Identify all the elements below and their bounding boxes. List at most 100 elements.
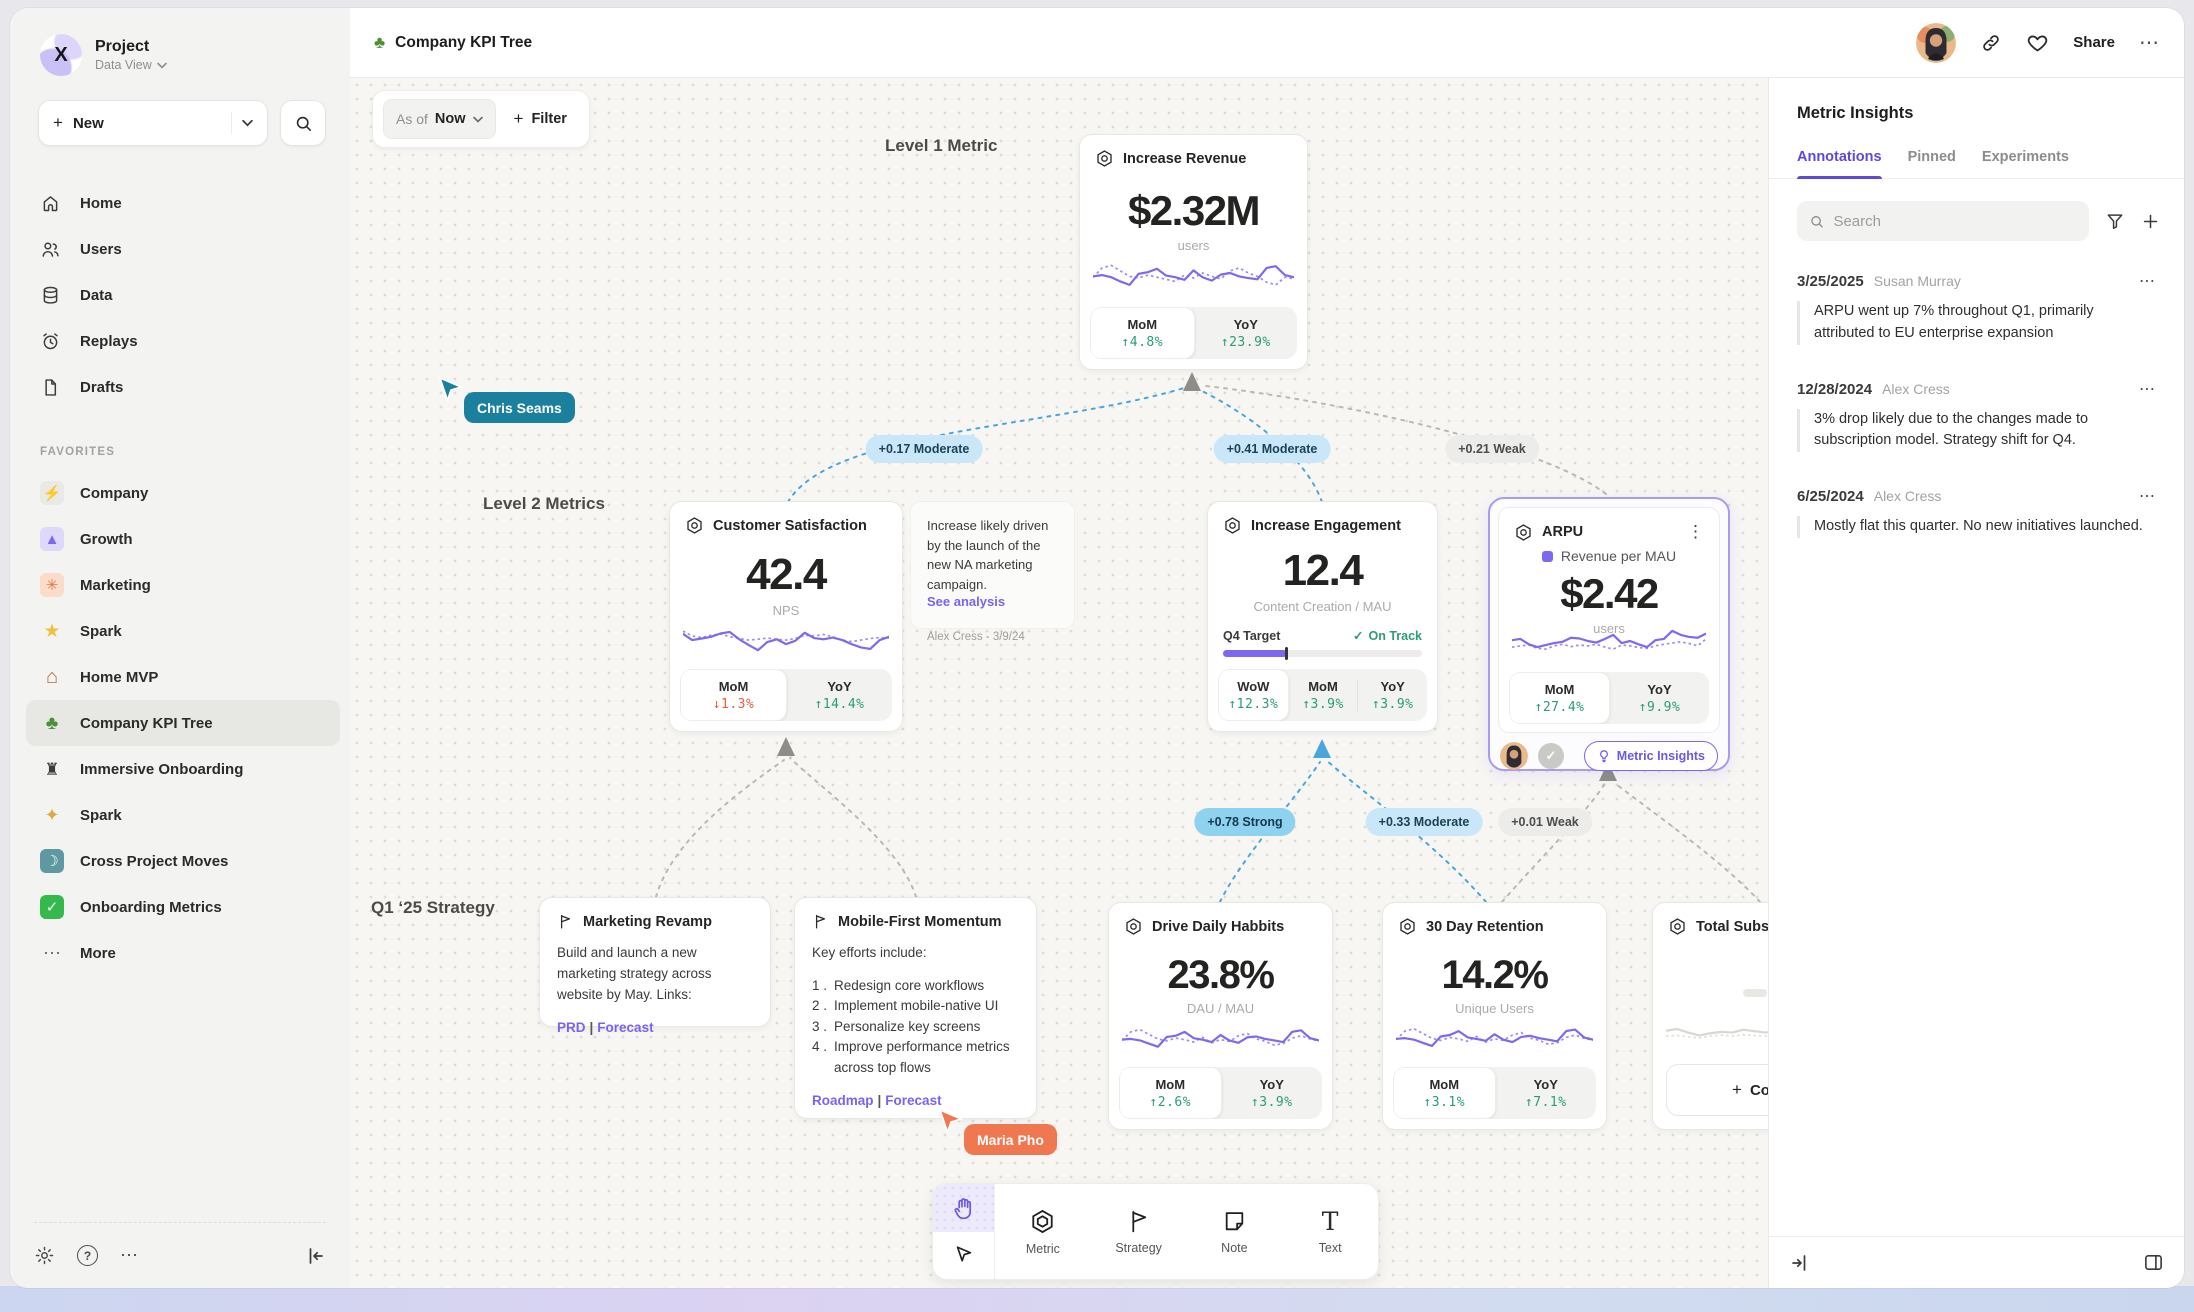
select-tool[interactable] <box>933 1232 994 1280</box>
sidebar-item-more[interactable]: ⋯ More <box>26 930 340 976</box>
sidebar-item-cross-project-moves[interactable]: ☽ Cross Project Moves <box>26 838 340 884</box>
sidebar-item-marketing[interactable]: ✳ Marketing <box>26 562 340 608</box>
metric-insights-button[interactable]: Metric Insights <box>1584 741 1718 771</box>
delta-mom[interactable]: MoM ↑3.1% <box>1393 1067 1496 1119</box>
sidebar-item-spark-2[interactable]: ✦ Spark <box>26 792 340 838</box>
metric-card-increase-engagement[interactable]: Increase Engagement 12.4 Content Creatio… <box>1207 501 1438 732</box>
sidebar-item-home[interactable]: Home <box>40 180 336 226</box>
delta-mom[interactable]: MoM ↓1.3% <box>680 669 787 721</box>
annotation-item[interactable]: 6/25/2024 Alex Cress ⋯ Mostly flat this … <box>1797 486 2156 538</box>
delta-yoy[interactable]: YoY ↑23.9% <box>1195 307 1298 359</box>
edge-weight-pill[interactable]: +0.78 Strong <box>1194 808 1295 836</box>
metric-card-increase-revenue[interactable]: Increase Revenue $2.32M users MoM ↑4.8% … <box>1079 134 1308 370</box>
collapse-sidebar-icon[interactable] <box>306 1246 326 1266</box>
heart-icon[interactable] <box>2026 31 2049 54</box>
delta-yoy[interactable]: YoY ↑9.9% <box>1610 672 1709 724</box>
series-legend: Revenue per MAU <box>1499 548 1719 564</box>
pan-tool[interactable] <box>933 1184 994 1232</box>
sidebar-item-company[interactable]: ⚡ Company <box>26 470 340 516</box>
gear-icon[interactable] <box>34 1245 55 1266</box>
metric-hexagon-icon <box>685 516 704 535</box>
help-icon[interactable]: ? <box>77 1245 98 1266</box>
more-icon[interactable]: ⋯ <box>120 1245 139 1266</box>
as-of-selector[interactable]: As of Now <box>383 99 496 139</box>
delta-wow[interactable]: WoW ↑12.3% <box>1218 669 1289 721</box>
metric-card-arpu[interactable]: ARPU ⋮ Revenue per MAU $2.42 users MoM ↑… <box>1498 507 1720 733</box>
sidebar-item-growth[interactable]: ▲ Growth <box>26 516 340 562</box>
edge-weight-pill[interactable]: +0.17 Moderate <box>866 435 983 463</box>
see-analysis-link[interactable]: See analysis <box>927 594 1058 609</box>
tool-note[interactable]: Note <box>1187 1184 1283 1279</box>
canvas-note[interactable]: Increase likely driven by the launch of … <box>910 501 1075 629</box>
tab-pinned[interactable]: Pinned <box>1908 149 1956 178</box>
edge-weight-pill[interactable]: +0.01 Weak <box>1498 808 1592 836</box>
project-header[interactable]: X Project Data View <box>10 8 350 76</box>
sidebar-item-immersive-onboarding[interactable]: ♜ Immersive Onboarding <box>26 746 340 792</box>
sidebar-item-drafts[interactable]: Drafts <box>40 364 336 410</box>
search-button[interactable] <box>280 100 326 146</box>
metric-card-arpu-selection[interactable]: ARPU ⋮ Revenue per MAU $2.42 users MoM ↑… <box>1488 497 1730 771</box>
forecast-link[interactable]: Forecast <box>885 1093 941 1108</box>
project-view-switcher[interactable]: Data View <box>95 58 167 72</box>
share-button[interactable]: Share <box>2073 34 2115 51</box>
delta-mom[interactable]: MoM ↑4.8% <box>1090 307 1195 359</box>
expand-panel-icon[interactable] <box>1789 1253 1809 1273</box>
new-button[interactable]: + New <box>38 100 268 146</box>
sidebar-item-users[interactable]: Users <box>40 226 336 272</box>
tool-strategy[interactable]: Strategy <box>1091 1184 1187 1279</box>
metric-card-total-subscriptions[interactable]: Total Subscriptions + Connect <box>1652 902 1768 1130</box>
topbar-menu-icon[interactable]: ⋯ <box>2139 30 2160 55</box>
prd-link[interactable]: PRD <box>557 1020 586 1035</box>
metric-card-customer-satisfaction[interactable]: Customer Satisfaction 42.4 NPS MoM ↓1.3%… <box>669 501 903 732</box>
annotation-menu-icon[interactable]: ⋯ <box>2139 486 2156 506</box>
strategy-card-marketing-revamp[interactable]: Marketing Revamp Build and launch a new … <box>539 897 771 1027</box>
connect-button[interactable]: + Connect <box>1666 1064 1768 1116</box>
delta-mom[interactable]: MoM ↑3.9% <box>1289 669 1358 721</box>
delta-yoy[interactable]: YoY ↑3.9% <box>1222 1067 1323 1119</box>
add-annotation-icon[interactable] <box>2141 212 2160 231</box>
tab-annotations[interactable]: Annotations <box>1797 149 1882 178</box>
arrow-up-icon: ↑ <box>1525 1095 1533 1110</box>
tool-text[interactable]: T Text <box>1282 1184 1378 1279</box>
metric-card-30-day-retention[interactable]: 30 Day Retention 14.2% Unique Users MoM … <box>1382 902 1607 1130</box>
forecast-link[interactable]: Forecast <box>597 1020 653 1035</box>
search-input[interactable] <box>1833 213 2077 230</box>
delta-yoy[interactable]: YoY ↑3.9% <box>1358 669 1427 721</box>
database-icon <box>40 285 61 306</box>
avatar[interactable] <box>1916 23 1956 63</box>
tool-metric[interactable]: Metric <box>995 1184 1091 1279</box>
annotation-item[interactable]: 3/25/2025 Susan Murray ⋯ ARPU went up 7%… <box>1797 271 2156 345</box>
sidebar-item-onboarding-metrics[interactable]: ✓ Onboarding Metrics <box>26 884 340 930</box>
edge-weight-pill[interactable]: +0.21 Weak <box>1445 435 1539 463</box>
kebab-menu-icon[interactable]: ⋮ <box>1687 522 1704 542</box>
annotation-search[interactable] <box>1797 201 2089 241</box>
toggle-sidebar-icon[interactable] <box>2143 1252 2164 1273</box>
sidebar-item-replays[interactable]: Replays <box>40 318 336 364</box>
roadmap-link[interactable]: Roadmap <box>812 1093 874 1108</box>
filter-funnel-icon[interactable] <box>2105 211 2125 231</box>
annotation-menu-icon[interactable]: ⋯ <box>2139 379 2156 399</box>
annotation-menu-icon[interactable]: ⋯ <box>2139 271 2156 291</box>
tab-experiments[interactable]: Experiments <box>1982 149 2069 178</box>
annotation-item[interactable]: 12/28/2024 Alex Cress ⋯ 3% drop likely d… <box>1797 379 2156 453</box>
delta-yoy[interactable]: YoY ↑14.4% <box>787 669 892 721</box>
filter-button[interactable]: + Filter <box>502 109 579 129</box>
metric-hexagon-icon <box>1029 1208 1056 1235</box>
strategy-card-mobile-first-momentum[interactable]: Mobile-First Momentum Key efforts includ… <box>794 897 1037 1119</box>
metric-hexagon-icon <box>1223 516 1242 535</box>
chevron-down-icon[interactable] <box>242 119 253 127</box>
delta-mom[interactable]: MoM ↑27.4% <box>1509 672 1610 724</box>
target-progress-bar <box>1223 650 1422 657</box>
sidebar-item-data[interactable]: Data <box>40 272 336 318</box>
delta-mom[interactable]: MoM ↑2.6% <box>1119 1067 1222 1119</box>
sidebar-item-company-kpi-tree[interactable]: ♣ Company KPI Tree <box>26 700 340 746</box>
sidebar-item-spark[interactable]: ★ Spark <box>26 608 340 654</box>
edge-weight-pill[interactable]: +0.33 Moderate <box>1366 808 1483 836</box>
document-title-label: Company KPI Tree <box>395 34 532 52</box>
kpi-tree-canvas[interactable]: As of Now + Filter Level 1 Metric Level … <box>350 78 1768 1288</box>
sidebar-item-home-mvp[interactable]: ⌂ Home MVP <box>26 654 340 700</box>
metric-card-drive-daily-habbits[interactable]: Drive Daily Habbits 23.8% DAU / MAU MoM … <box>1108 902 1333 1130</box>
delta-yoy[interactable]: YoY ↑7.1% <box>1496 1067 1597 1119</box>
edge-weight-pill[interactable]: +0.41 Moderate <box>1214 435 1331 463</box>
link-icon[interactable] <box>1980 32 2002 54</box>
